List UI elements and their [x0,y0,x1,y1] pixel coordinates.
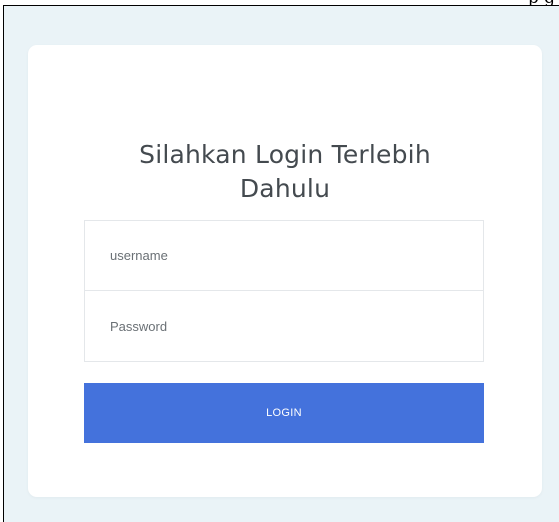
login-title-line-2: Dahulu [239,173,331,203]
login-button[interactable]: LOGIN [84,383,484,443]
login-title: Silahkan Login Terlebih Dahulu [28,138,542,206]
login-fields-group [84,220,484,362]
login-card: Silahkan Login Terlebih Dahulu LOGIN [28,45,542,497]
page-viewport: Silahkan Login Terlebih Dahulu LOGIN [3,5,559,522]
username-input[interactable] [85,221,483,291]
password-input[interactable] [85,291,483,361]
screenshot-frame: p g Silahkan Login Terlebih Dahulu LOGIN [0,0,559,522]
login-title-line-1: Silahkan Login Terlebih [139,139,431,169]
